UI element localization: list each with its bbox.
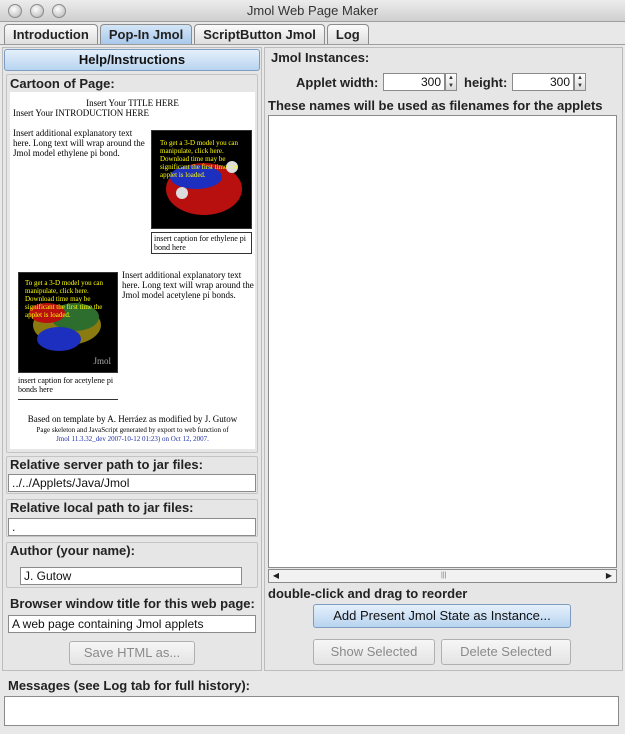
- cartoon-footer-3: Jmol 11.3.32_dev 2007-10-12 01:23) on Oc…: [56, 435, 209, 443]
- applet-width-input[interactable]: 300: [383, 73, 445, 91]
- reorder-note: double-click and drag to reorder: [268, 586, 468, 601]
- applet-width-stepper-icon[interactable]: ▲ ▼: [445, 73, 457, 91]
- applet-height-stepper-icon[interactable]: ▲ ▼: [574, 73, 586, 91]
- cartoon-text-1: Insert additional explanatory text here.…: [13, 128, 145, 158]
- instances-horizontal-scrollbar[interactable]: ◀ ||| ▶: [268, 569, 617, 583]
- jmol-instances-label: Jmol Instances:: [271, 50, 370, 65]
- jmol-watermark: Jmol: [93, 356, 111, 366]
- cartoon-preview: Insert Your TITLE HERE Insert Your INTRO…: [10, 92, 255, 449]
- acetylene-caption: insert caption for acetylene pi bonds he…: [18, 376, 114, 394]
- server-path-input[interactable]: ../../Applets/Java/Jmol: [8, 474, 256, 492]
- tab-bar: Introduction Pop-In Jmol ScriptButton Jm…: [4, 24, 371, 44]
- ethylene-caption: insert caption for ethylene pi bond here: [151, 232, 252, 254]
- delete-selected-button[interactable]: Delete Selected: [441, 639, 571, 665]
- close-window-icon[interactable]: [8, 4, 22, 18]
- left-panel: Help/Instructions Cartoon of Page: Inser…: [2, 47, 262, 671]
- cartoon-footer-2: Page skeleton and JavaScript generated b…: [36, 426, 229, 434]
- applet-width-label: Applet width:: [296, 75, 379, 90]
- right-panel: Jmol Instances: Applet width: 300 ▲ ▼ hei…: [264, 47, 623, 671]
- applet-height-input[interactable]: 300: [512, 73, 574, 91]
- local-path-label: Relative local path to jar files:: [10, 500, 194, 515]
- cartoon-title: Insert Your TITLE HERE: [86, 98, 179, 108]
- window-titlebar: Jmol Web Page Maker: [0, 0, 625, 22]
- minimize-window-icon[interactable]: [30, 4, 44, 18]
- tab-scriptbutton-jmol[interactable]: ScriptButton Jmol: [194, 24, 325, 44]
- tab-content: Help/Instructions Cartoon of Page: Inser…: [0, 44, 625, 674]
- author-input[interactable]: J. Gutow: [20, 567, 242, 585]
- save-html-button[interactable]: Save HTML as...: [69, 641, 195, 665]
- local-path-input[interactable]: .: [8, 518, 256, 536]
- scroll-grip-icon[interactable]: |||: [441, 572, 446, 579]
- author-label: Author (your name):: [10, 543, 135, 558]
- tab-introduction[interactable]: Introduction: [4, 24, 98, 44]
- browser-title-input[interactable]: A web page containing Jmol applets: [8, 615, 256, 633]
- cartoon-text-2: Insert additional explanatory text here.…: [122, 270, 254, 300]
- browser-title-label: Browser window title for this web page:: [10, 596, 255, 611]
- zoom-window-icon[interactable]: [52, 4, 66, 18]
- add-instance-button[interactable]: Add Present Jmol State as Instance...: [313, 604, 571, 628]
- tab-log[interactable]: Log: [326, 24, 369, 44]
- scroll-right-icon[interactable]: ▶: [602, 570, 616, 582]
- cartoon-label: Cartoon of Page:: [10, 76, 115, 91]
- cartoon-intro: Insert Your INTRODUCTION HERE: [13, 108, 149, 118]
- messages-area[interactable]: [4, 696, 619, 726]
- messages-label: Messages (see Log tab for full history):: [8, 678, 250, 693]
- caption-divider: [18, 399, 118, 400]
- names-note: These names will be used as filenames fo…: [268, 98, 603, 113]
- help-instructions-button[interactable]: Help/Instructions: [4, 49, 260, 71]
- instances-list[interactable]: [268, 115, 617, 568]
- window-title: Jmol Web Page Maker: [246, 3, 379, 18]
- cartoon-footer-1: Based on template by A. Herráez as modif…: [27, 414, 238, 424]
- tab-pop-in-jmol[interactable]: Pop-In Jmol: [99, 24, 193, 44]
- ethylene-overlay-text: To get a 3-D model you can manipulate, c…: [160, 139, 239, 179]
- show-selected-button[interactable]: Show Selected: [313, 639, 435, 665]
- server-path-label: Relative server path to jar files:: [10, 457, 203, 472]
- acetylene-overlay-text: To get a 3-D model you can manipulate, c…: [25, 279, 104, 319]
- height-label: height:: [464, 75, 508, 90]
- scroll-left-icon[interactable]: ◀: [269, 570, 283, 582]
- ethylene-model-image[interactable]: To get a 3-D model you can manipulate, c…: [151, 130, 252, 229]
- acetylene-model-image[interactable]: To get a 3-D model you can manipulate, c…: [18, 272, 118, 373]
